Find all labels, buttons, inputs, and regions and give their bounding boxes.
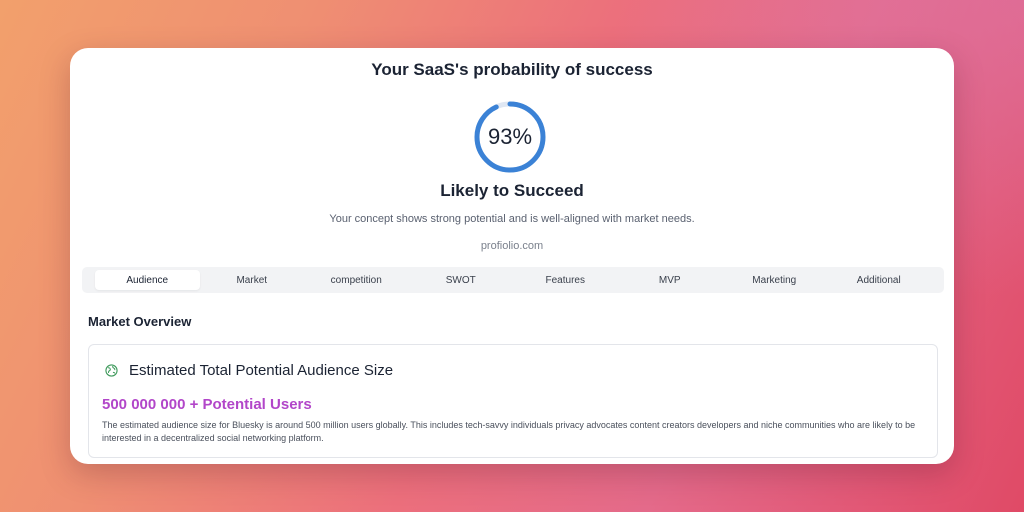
tab-competition[interactable]: competition <box>304 270 409 290</box>
audience-size: 500 000 000 + Potential Users <box>102 396 312 413</box>
tab-marketing[interactable]: Marketing <box>722 270 827 290</box>
audience-panel: Estimated Total Potential Audience Size … <box>88 344 938 458</box>
panel-title: Estimated Total Potential Audience Size <box>129 362 394 379</box>
tab-features[interactable]: Features <box>513 270 618 290</box>
verdict-heading: Likely to Succeed <box>440 181 584 200</box>
success-gauge: 93% <box>471 98 549 176</box>
tab-audience[interactable]: Audience <box>95 270 200 290</box>
gauge-percentage: 93% <box>487 124 533 149</box>
section-title: Market Overview <box>88 314 192 329</box>
verdict-description: Your concept shows strong potential and … <box>329 213 695 225</box>
audience-description: The estimated audience size for Bluesky … <box>102 420 916 443</box>
page-title: Your SaaS's probability of success <box>371 60 653 79</box>
tab-mvp[interactable]: MVP <box>618 270 723 290</box>
tab-swot[interactable]: SWOT <box>409 270 514 290</box>
globe-icon <box>105 364 118 377</box>
analysis-tabs: Audience Market competition SWOT Feature… <box>82 267 944 293</box>
result-card: Your SaaS's probability of success 93% L… <box>70 48 954 464</box>
site-watermark: profiolio.com <box>480 240 544 252</box>
tab-additional[interactable]: Additional <box>827 270 932 290</box>
tab-market[interactable]: Market <box>200 270 305 290</box>
